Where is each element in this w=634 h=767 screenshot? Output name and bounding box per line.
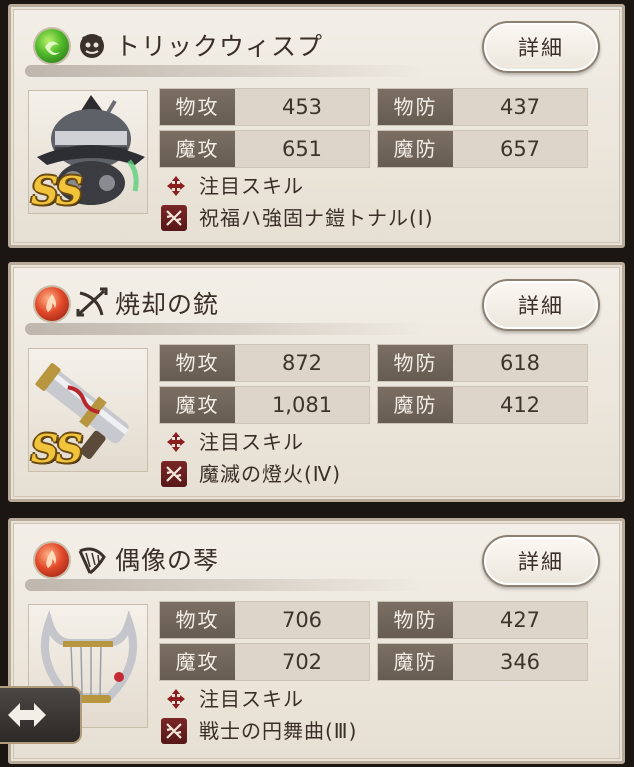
wind-element-icon xyxy=(35,29,69,63)
stat-label: 物攻 xyxy=(160,89,235,125)
stat-label: 物攻 xyxy=(160,602,235,638)
stat-magic-attack: 魔攻 651 xyxy=(159,130,370,168)
focus-skill-label: 注目スキル xyxy=(199,174,304,198)
stat-physical-defense: 物防 427 xyxy=(377,601,588,639)
stat-value: 346 xyxy=(499,650,541,674)
cross-arrows-icon xyxy=(167,689,185,709)
stat-physical-attack: 物攻 706 xyxy=(159,601,370,639)
stat-label: 物防 xyxy=(378,345,453,381)
stat-label: 魔攻 xyxy=(160,131,235,167)
ability-line: 祝福ハ強固ナ鎧トナル(Ⅰ) xyxy=(161,203,601,233)
title-underline xyxy=(25,579,425,591)
weapon-card: 偶像の琴 詳細 物攻 706 物防 427 魔攻 702 魔防 346 注目スキ… xyxy=(8,518,625,764)
ability-icon xyxy=(161,461,187,487)
stat-magic-attack: 魔攻 702 xyxy=(159,643,370,681)
focus-skill-label: 注目スキル xyxy=(199,430,304,454)
title-underline xyxy=(25,323,425,335)
cross-arrows-icon xyxy=(167,432,185,452)
stat-magic-defense: 魔防 412 xyxy=(377,386,588,424)
stat-row-upper: 物攻 872 物防 618 xyxy=(159,344,603,382)
stat-value: 437 xyxy=(499,95,541,119)
stat-label: 物防 xyxy=(378,602,453,638)
weapon-card: 焼却の銃 詳細 SS 物攻 872 物防 618 魔攻 1,081 魔防 412… xyxy=(8,262,625,502)
stat-row-lower: 魔攻 1,081 魔防 412 xyxy=(159,386,603,424)
stat-row-lower: 魔攻 651 魔防 657 xyxy=(159,130,603,168)
harp-icon xyxy=(78,547,106,575)
ability-name: 戦士の円舞曲(Ⅲ) xyxy=(199,719,358,743)
stat-value: 427 xyxy=(499,608,541,632)
stat-value: 651 xyxy=(281,137,323,161)
stat-value: 706 xyxy=(281,608,323,632)
stat-label: 魔防 xyxy=(378,644,453,680)
ability-icon xyxy=(161,718,187,744)
focus-skill-label: 注目スキル xyxy=(199,687,304,711)
stat-physical-defense: 物防 437 xyxy=(377,88,588,126)
weapon-portrait[interactable]: SS xyxy=(28,90,148,214)
stat-value: 412 xyxy=(499,393,541,417)
stat-label: 魔防 xyxy=(378,131,453,167)
side-menu-tab[interactable] xyxy=(0,686,82,744)
stat-value: 657 xyxy=(499,137,541,161)
rank-badge: SS xyxy=(31,426,83,471)
fire-element-icon xyxy=(35,543,69,577)
weapon-name: 焼却の銃 xyxy=(115,290,220,319)
stat-label: 魔攻 xyxy=(160,387,235,423)
ability-icon xyxy=(161,205,187,231)
ability-line: 戦士の円舞曲(Ⅲ) xyxy=(161,716,601,746)
stat-magic-defense: 魔防 346 xyxy=(377,643,588,681)
detail-button[interactable]: 詳細 xyxy=(482,535,600,587)
stat-label: 魔攻 xyxy=(160,644,235,680)
stat-row-upper: 物攻 706 物防 427 xyxy=(159,601,603,639)
stat-value: 618 xyxy=(499,351,541,375)
cross-arrows-icon xyxy=(167,176,185,196)
stat-row-upper: 物攻 453 物防 437 xyxy=(159,88,603,126)
stat-magic-defense: 魔防 657 xyxy=(377,130,588,168)
rank-badge: SS xyxy=(31,168,83,213)
ability-line: 魔滅の燈火(Ⅳ) xyxy=(161,459,601,489)
stat-label: 物防 xyxy=(378,89,453,125)
ability-name: 魔滅の燈火(Ⅳ) xyxy=(199,462,342,486)
weapon-card: トリックウィスプ 詳細 SS 物攻 453 物防 437 魔攻 651 魔防 6… xyxy=(8,4,625,248)
stat-row-lower: 魔攻 702 魔防 346 xyxy=(159,643,603,681)
stat-value: 702 xyxy=(281,650,323,674)
detail-button[interactable]: 詳細 xyxy=(482,21,600,73)
spirit-mask-icon xyxy=(80,34,104,58)
stat-physical-attack: 物攻 872 xyxy=(159,344,370,382)
swap-arrows-icon xyxy=(8,703,46,727)
focus-skill-line: 注目スキル xyxy=(161,427,601,457)
stat-physical-defense: 物防 618 xyxy=(377,344,588,382)
stat-value: 872 xyxy=(281,351,323,375)
stat-label: 物攻 xyxy=(160,345,235,381)
weapon-name: 偶像の琴 xyxy=(115,546,220,575)
weapon-name: トリックウィスプ xyxy=(115,32,324,61)
crossbow-icon xyxy=(76,287,108,317)
stat-value: 1,081 xyxy=(271,393,333,417)
stat-value: 453 xyxy=(281,95,323,119)
title-underline xyxy=(25,65,425,77)
focus-skill-line: 注目スキル xyxy=(161,684,601,714)
focus-skill-line: 注目スキル xyxy=(161,171,601,201)
weapon-portrait[interactable]: SS xyxy=(28,348,148,472)
fire-element-icon xyxy=(35,287,69,321)
detail-button[interactable]: 詳細 xyxy=(482,279,600,331)
ability-name: 祝福ハ強固ナ鎧トナル(Ⅰ) xyxy=(199,206,434,230)
stat-label: 魔防 xyxy=(378,387,453,423)
stat-physical-attack: 物攻 453 xyxy=(159,88,370,126)
stat-magic-attack: 魔攻 1,081 xyxy=(159,386,370,424)
